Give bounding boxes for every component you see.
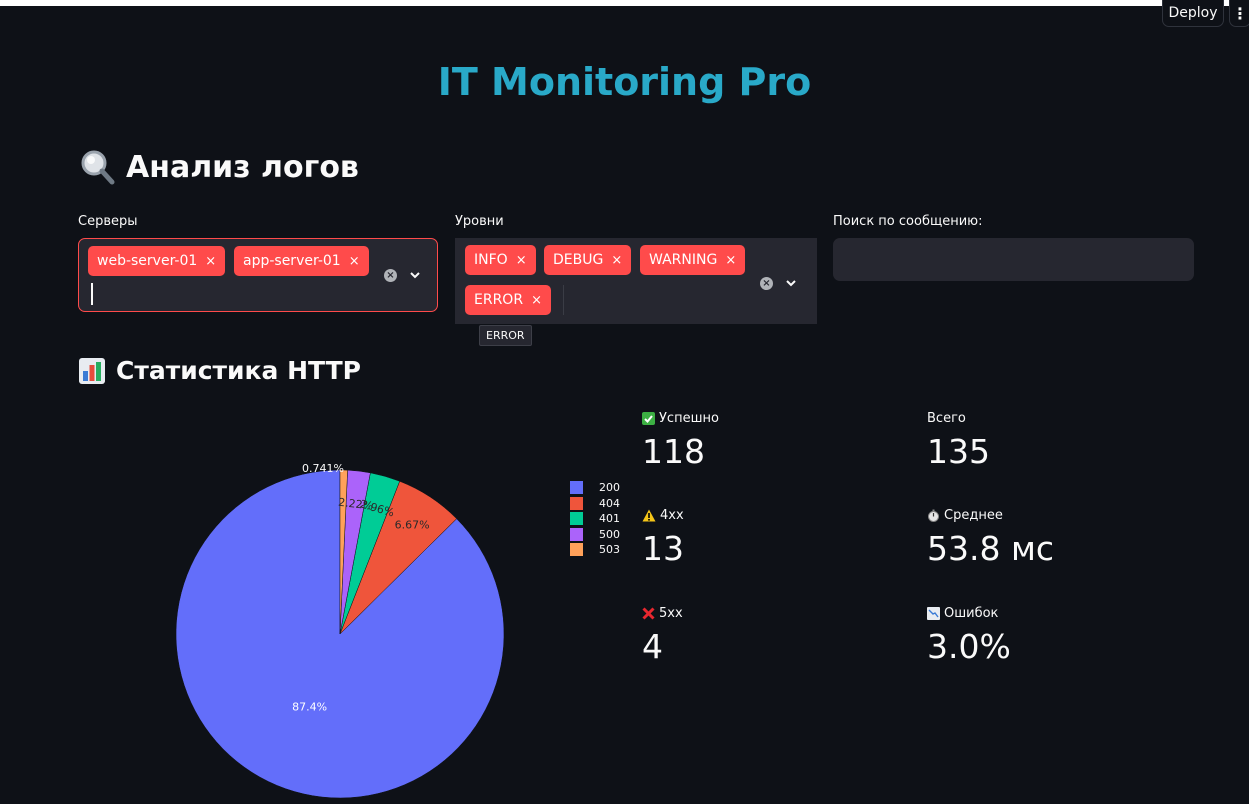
chart-down-icon <box>927 607 940 620</box>
pie-label-200: 87.4% <box>292 701 327 714</box>
magnifier-icon <box>78 148 116 186</box>
metric-5xx-value: 4 <box>642 627 663 666</box>
tag-web-server-01[interactable]: web-server-01 × <box>88 246 226 276</box>
tag-remove-icon[interactable]: × <box>349 254 360 269</box>
tag-warning[interactable]: WARNING × <box>640 245 746 275</box>
metric-average: Среднее 53.8 мс <box>927 508 1054 568</box>
metric-4xx: 4xx 13 <box>642 508 684 568</box>
tag-error[interactable]: ERROR × <box>465 285 551 315</box>
stopwatch-icon <box>927 509 940 522</box>
tag-label: INFO <box>474 252 508 268</box>
warning-icon <box>642 509 656 522</box>
levels-multiselect[interactable]: INFO × DEBUG × WARNING × ERROR × × <box>455 238 817 324</box>
legend-swatch <box>570 481 583 495</box>
input-divider <box>563 285 564 315</box>
legend-label: 404 <box>599 496 620 510</box>
tag-label: WARNING <box>649 252 718 268</box>
error-tooltip: ERROR <box>479 325 532 346</box>
legend-swatch <box>570 527 583 541</box>
app-title: IT Monitoring Pro <box>437 60 812 104</box>
http-status-pie-chart: 87.4%6.67%2.96%2.22%0.741% <box>175 462 505 799</box>
legend-item-200[interactable]: 200 <box>570 480 620 496</box>
browser-top-strip <box>0 0 1249 6</box>
metric-total-label: Всего <box>927 411 966 426</box>
legend-label: 401 <box>599 512 620 526</box>
main-menu-button[interactable]: ⋮ <box>1229 0 1249 27</box>
http-section-title-text: Статистика HTTP <box>116 356 362 385</box>
clear-all-icon[interactable]: × <box>760 277 773 290</box>
legend-item-500[interactable]: 500 <box>570 527 620 543</box>
metric-average-label: Среднее <box>944 508 1003 523</box>
legend-label: 503 <box>599 543 620 557</box>
legend-swatch <box>570 543 583 557</box>
metric-5xx-label: 5xx <box>659 606 683 621</box>
tag-label: ERROR <box>474 292 524 308</box>
metric-error-rate-value: 3.0% <box>927 627 1011 666</box>
tag-remove-icon[interactable]: × <box>531 293 542 308</box>
metric-error-rate: Ошибок 3.0% <box>927 606 1011 666</box>
tag-remove-icon[interactable]: × <box>516 253 527 268</box>
metric-5xx: 5xx 4 <box>642 606 683 666</box>
metric-4xx-value: 13 <box>642 529 684 568</box>
servers-multiselect[interactable]: web-server-01 × app-server-01 × × <box>78 238 438 312</box>
pie-label-404: 6.67% <box>395 518 430 531</box>
tag-debug[interactable]: DEBUG × <box>544 245 632 275</box>
legend-item-404[interactable]: 404 <box>570 496 620 512</box>
metric-success-value: 118 <box>642 432 705 471</box>
chevron-down-icon[interactable] <box>409 270 421 280</box>
chevron-down-icon[interactable] <box>785 278 797 288</box>
servers-label: Серверы <box>78 214 138 229</box>
metric-total: Всего 135 <box>927 411 990 471</box>
tag-remove-icon[interactable]: × <box>611 253 622 268</box>
metric-total-value: 135 <box>927 432 990 471</box>
tag-info[interactable]: INFO × <box>465 245 536 275</box>
tag-app-server-01[interactable]: app-server-01 × <box>234 246 369 276</box>
levels-label: Уровни <box>455 214 504 229</box>
bar-chart-icon <box>78 357 106 385</box>
deploy-button[interactable]: Deploy <box>1162 0 1224 27</box>
tag-label: app-server-01 <box>243 253 341 269</box>
legend-item-401[interactable]: 401 <box>570 511 620 527</box>
chart-legend: 200 404 401 500 503 <box>570 480 620 558</box>
http-section-title: Статистика HTTP <box>78 356 361 385</box>
message-search-input[interactable] <box>833 238 1194 281</box>
legend-item-503[interactable]: 503 <box>570 542 620 558</box>
metric-success: Успешно 118 <box>642 411 719 471</box>
logs-section-title-text: Анализ логов <box>126 149 359 185</box>
pie-label-503: 0.741% <box>302 462 344 475</box>
legend-swatch <box>570 496 583 510</box>
text-cursor <box>91 283 93 305</box>
clear-all-icon[interactable]: × <box>384 269 397 282</box>
tag-label: DEBUG <box>553 252 604 268</box>
legend-swatch <box>570 512 583 526</box>
cross-icon <box>642 607 655 620</box>
tag-remove-icon[interactable]: × <box>725 253 736 268</box>
metric-error-rate-label: Ошибок <box>944 606 999 621</box>
metric-average-value: 53.8 мс <box>927 529 1055 568</box>
metric-success-label: Успешно <box>659 411 719 426</box>
legend-label: 500 <box>599 527 620 541</box>
legend-label: 200 <box>599 481 620 495</box>
metric-4xx-label: 4xx <box>660 508 684 523</box>
tag-remove-icon[interactable]: × <box>205 254 216 269</box>
check-box-icon <box>642 412 655 425</box>
tag-label: web-server-01 <box>97 253 198 269</box>
search-label: Поиск по сообщению: <box>833 214 983 229</box>
logs-section-title: Анализ логов <box>78 148 359 186</box>
